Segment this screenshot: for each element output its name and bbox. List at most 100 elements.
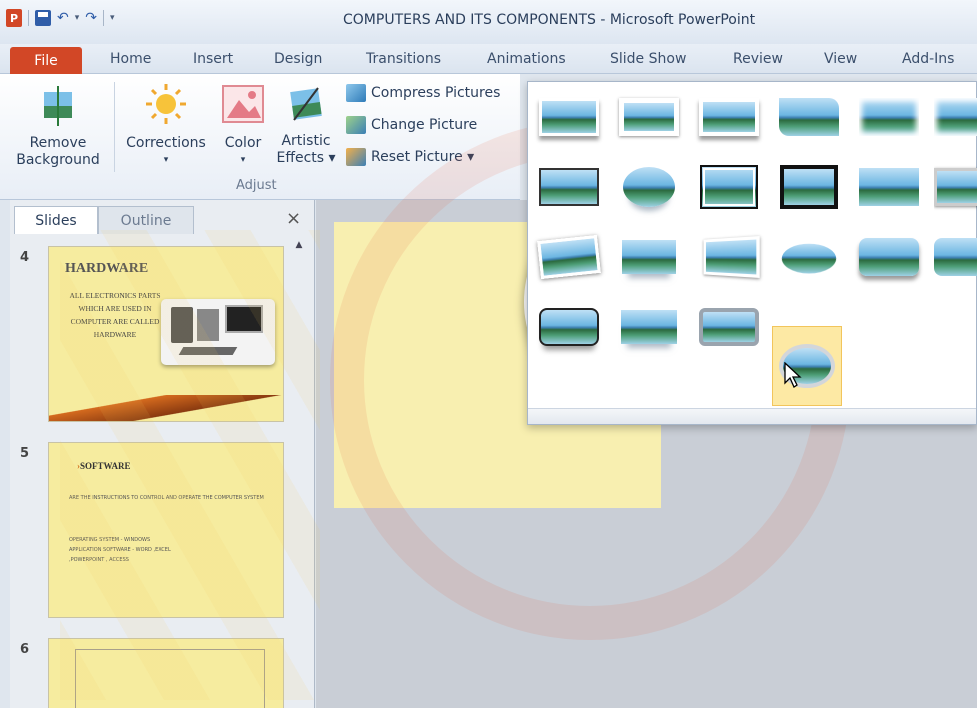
picture-style-soft-edge-rectangle[interactable] <box>854 88 924 146</box>
remove-background-icon <box>44 86 72 126</box>
slide-5-title: ›SOFTWARE <box>77 461 131 471</box>
picture-style-rotated-white[interactable] <box>534 228 604 286</box>
reset-picture-button[interactable]: Reset Picture ▾ <box>346 148 474 166</box>
tab-add-ins[interactable]: Add-Ins <box>902 51 954 67</box>
corrections-sun-icon <box>146 84 186 124</box>
undo-dropdown-icon[interactable]: ▾ <box>75 13 80 23</box>
slide-5-body-4: ,POWERPOINT , ACCESS <box>69 557 129 563</box>
slide-thumbnail-5[interactable]: ›SOFTWARE ARE THE INSTRUCTIONS TO CONTRO… <box>48 442 284 618</box>
slide-4-title: HARDWARE <box>65 261 149 276</box>
slide-number-5: 5 <box>20 446 30 461</box>
scroll-up-arrow-icon[interactable]: ▲ <box>292 238 306 252</box>
color-label: Color <box>224 135 262 151</box>
tab-outline[interactable]: Outline <box>98 206 194 234</box>
slide-thumbnail-4[interactable]: HARDWARE ALL ELECTRONICS PARTS WHICH ARE… <box>48 246 284 422</box>
picture-style-preview-icon <box>859 168 919 206</box>
gallery-footer <box>528 408 976 424</box>
slide-number-4: 4 <box>20 250 30 265</box>
tab-animations[interactable]: Animations <box>487 51 566 67</box>
remove-background-button[interactable]: Remove Background <box>8 86 108 169</box>
picture-style-preview-icon <box>539 308 599 346</box>
redo-icon[interactable]: ↷ <box>85 10 97 26</box>
picture-style-preview-icon <box>537 234 601 280</box>
picture-style-preview-icon <box>699 308 759 346</box>
slide-6-placeholder <box>75 649 265 708</box>
remove-background-label-1: Remove <box>29 135 87 151</box>
compress-pictures-icon <box>346 84 366 102</box>
picture-style-soft-edge-oval[interactable] <box>614 158 684 216</box>
undo-icon[interactable]: ↶ <box>57 10 69 26</box>
picture-style-preview-icon <box>859 238 919 276</box>
adjust-group-label: Adjust <box>236 178 277 193</box>
picture-styles-gallery <box>527 81 977 425</box>
picture-style-preview-icon <box>934 98 977 136</box>
change-picture-label: Change Picture <box>371 117 478 133</box>
slide-thumbnail-6[interactable] <box>48 638 284 708</box>
slides-panel: Slides Outline × ▲ 4 HARDWARE ALL ELECTR… <box>10 200 315 708</box>
corrections-label: Corrections <box>126 135 206 151</box>
close-panel-icon[interactable]: × <box>286 208 301 229</box>
picture-style-double-frame-black[interactable] <box>934 88 977 146</box>
powerpoint-logo-icon[interactable]: P <box>6 9 22 27</box>
tab-file[interactable]: File <box>10 47 82 74</box>
picture-style-compound-frame[interactable] <box>934 158 977 216</box>
picture-style-metal-frame[interactable] <box>694 298 764 356</box>
picture-style-double-frame-black-2[interactable] <box>694 158 764 216</box>
ribbon-separator <box>114 82 115 172</box>
artistic-effects-button[interactable]: Artistic Effects ▾ <box>274 84 338 167</box>
picture-style-preview-icon <box>699 98 759 136</box>
picture-style-simple-frame-white[interactable] <box>534 88 604 146</box>
tab-review[interactable]: Review <box>733 51 783 67</box>
color-button[interactable]: Color ▾ <box>218 82 268 169</box>
tab-transitions[interactable]: Transitions <box>366 51 441 67</box>
save-icon[interactable] <box>35 10 51 26</box>
picture-style-thick-frame-black[interactable] <box>774 158 844 216</box>
tab-slide-show[interactable]: Slide Show <box>610 51 686 67</box>
artistic-effects-label-1: Artistic <box>281 133 331 149</box>
color-dropdown-icon: ▾ <box>240 155 246 165</box>
tab-insert[interactable]: Insert <box>193 51 233 67</box>
corrections-button[interactable]: Corrections ▾ <box>120 82 212 169</box>
picture-style-beveled-matte-white[interactable] <box>614 88 684 146</box>
slide-5-body-1: ARE THE INSTRUCTIONS TO CONTROL AND OPER… <box>69 495 264 501</box>
customize-qat-icon[interactable]: ▾ <box>110 13 115 23</box>
picture-style-preview-icon <box>780 165 838 209</box>
picture-style-rounded-diagonal-corner[interactable] <box>774 88 844 146</box>
picture-style-reflected-bevel-white[interactable] <box>614 298 684 356</box>
compress-pictures-label: Compress Pictures <box>371 85 501 101</box>
compress-pictures-button[interactable]: Compress Pictures <box>346 84 500 102</box>
picture-style-rounded-rectangle[interactable] <box>854 228 924 286</box>
artistic-effects-label-2: Effects ▾ <box>276 150 336 166</box>
change-picture-button[interactable]: Change Picture <box>346 116 477 134</box>
slide-4-body: ALL ELECTRONICS PARTS WHICH ARE USED IN … <box>69 291 161 339</box>
title-bar: P ↶ ▾ ↷ ▾ COMPUTERS AND ITS COMPONENTS -… <box>0 0 977 44</box>
picture-style-perspective-shadow[interactable] <box>614 228 684 286</box>
picture-style-preview-icon <box>621 310 677 344</box>
picture-style-preview-icon <box>539 168 599 206</box>
picture-style-simple-frame-black[interactable] <box>854 158 924 216</box>
picture-style-preview-icon <box>703 236 760 278</box>
picture-style-preview-icon <box>539 98 599 136</box>
picture-style-preview-icon <box>622 240 676 274</box>
picture-style-metal-oval[interactable] <box>772 326 842 406</box>
picture-style-bevel-rectangle[interactable] <box>934 228 977 286</box>
picture-style-reflected-rounded-rectangle[interactable] <box>534 298 604 356</box>
picture-style-preview-icon <box>859 98 919 136</box>
picture-style-relaxed-perspective[interactable] <box>694 228 764 286</box>
slide-5-title-text: SOFTWARE <box>80 461 131 471</box>
picture-style-thick-matte-black[interactable] <box>534 158 604 216</box>
picture-style-preview-icon <box>779 98 839 136</box>
tab-view[interactable]: View <box>824 51 857 67</box>
tab-slides[interactable]: Slides <box>14 206 98 234</box>
quick-access-toolbar: P ↶ ▾ ↷ ▾ <box>6 9 115 27</box>
picture-style-bevel-perspective[interactable] <box>774 228 844 286</box>
reset-picture-icon <box>346 148 366 166</box>
ribbon-adjust-group: Remove Background Corrections ▾ Color ▾ <box>0 74 520 200</box>
slide-4-swoosh <box>49 395 283 421</box>
corrections-dropdown-icon: ▾ <box>163 155 169 165</box>
tab-home[interactable]: Home <box>110 51 151 67</box>
tab-design[interactable]: Design <box>274 51 322 67</box>
ribbon-tabs: File Home Insert Design Transitions Anim… <box>0 44 977 74</box>
picture-style-drop-shadow-rectangle[interactable] <box>694 88 764 146</box>
color-picture-icon <box>222 85 264 123</box>
